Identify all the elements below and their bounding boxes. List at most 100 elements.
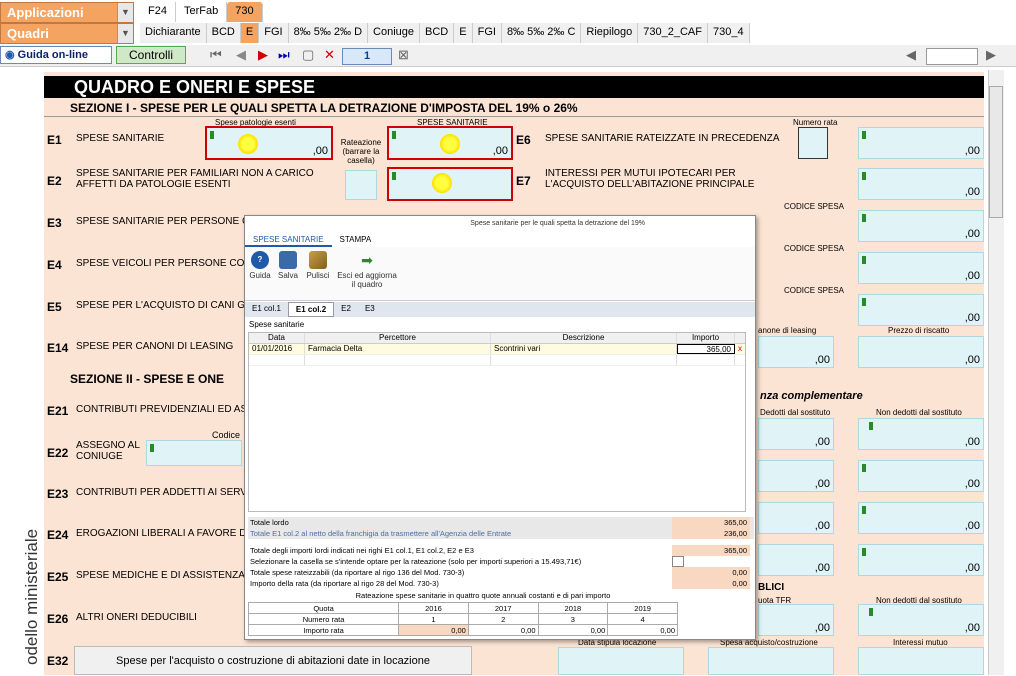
e7-field[interactable]: ,00	[858, 168, 984, 200]
rateazione-label: Rateazione (barrare la casella)	[340, 138, 382, 165]
imp-rata-value: 0,00	[672, 578, 750, 589]
tab-8x1000-d[interactable]: 8‰ 5‰ 2‰ D	[289, 23, 369, 43]
e28-dedotti-field[interactable]: ,00	[758, 460, 834, 492]
delete-row-icon[interactable]: x	[735, 344, 745, 354]
tot-importi-label: Totale degli importi lordi indicati nei …	[250, 546, 474, 555]
tab-730[interactable]: 730	[227, 2, 263, 22]
new-page-icon[interactable]: ▢	[302, 47, 314, 63]
next-page-icon[interactable]: ▶	[258, 47, 268, 63]
prev-section-icon[interactable]: ◀	[906, 47, 916, 63]
rateazione-table: Rateazione spese sanitarie in quattro qu…	[247, 591, 678, 636]
tab-f24[interactable]: F24	[140, 2, 176, 22]
tab-e2[interactable]: E2	[334, 302, 358, 317]
first-page-icon[interactable]: ⏮	[210, 47, 222, 63]
grid-header: Data Percettore Descrizione Importo	[249, 333, 745, 344]
cell-percettore[interactable]: Farmacia Delta	[305, 344, 491, 354]
e1-col2-field[interactable]: ,00	[387, 126, 513, 160]
chevron-down-icon[interactable]: ▼	[117, 24, 133, 43]
rateazione-checkbox[interactable]	[345, 170, 377, 200]
tab-8x1000-c[interactable]: 8‰ 5‰ 2‰ C	[502, 23, 582, 43]
next-section-icon[interactable]: ▶	[986, 47, 996, 63]
e29-non-dedotti-field[interactable]: ,00	[858, 502, 984, 534]
tab-dichiarante[interactable]: Dichiarante	[140, 23, 207, 43]
cell-descrizione[interactable]: Scontrini vari	[491, 344, 677, 354]
e32-spesa-field[interactable]	[708, 647, 834, 675]
guida-button[interactable]: ? Guida	[249, 251, 271, 280]
e32-data-field[interactable]	[558, 647, 684, 675]
e31-tfr-field[interactable]: ,00	[758, 604, 834, 636]
e9-field[interactable]: ,00	[858, 252, 984, 284]
non-dedotti-label: Non dedotti dal sostituto	[876, 408, 962, 417]
e14-canone-value: ,00	[814, 354, 830, 366]
e6-numero-rata-field[interactable]	[798, 127, 828, 159]
tab-e3[interactable]: E3	[358, 302, 382, 317]
tab-riepilogo[interactable]: Riepilogo	[581, 23, 639, 43]
tab-730-2-caf[interactable]: 730_2_CAF	[638, 23, 708, 43]
e6-importo-field[interactable]: ,00	[858, 127, 984, 159]
tab-coniuge[interactable]: Coniuge	[368, 23, 421, 43]
table-row[interactable]: 01/01/2016 Farmacia Delta Scontrini vari…	[249, 344, 745, 355]
prev-page-icon[interactable]: ◀	[236, 47, 246, 63]
tab-terfab[interactable]: TerFab	[176, 2, 228, 22]
scrollbar-thumb[interactable]	[989, 86, 1003, 218]
tab-e[interactable]: E	[240, 23, 260, 43]
esci-aggiorna-button[interactable]: ➡ Esci ed aggiorna il quadro	[337, 251, 397, 289]
cell-importo[interactable]: 365,00	[677, 344, 735, 354]
pulisci-button[interactable]: Pulisci	[305, 251, 331, 280]
e27-dedotti-field[interactable]: ,00	[758, 418, 834, 450]
canone-leasing-label: anone di leasing	[758, 326, 817, 335]
row-text-e5: SPESE PER L'ACQUISTO DI CANI GUI	[76, 300, 255, 311]
guida-online-button[interactable]: ◉ Guida on-line	[0, 46, 112, 64]
tab-bcd-coniuge[interactable]: BCD	[420, 23, 455, 43]
chevron-down-icon[interactable]: ▼	[117, 3, 133, 22]
tab-bcd[interactable]: BCD	[207, 23, 241, 43]
e30-dedotti-field[interactable]: ,00	[758, 544, 834, 576]
e2-field[interactable]	[387, 167, 513, 201]
e30-non-dedotti-field[interactable]: ,00	[858, 544, 984, 576]
totale-lordo-label: Totale lordo	[250, 518, 289, 527]
e32-button[interactable]: Spese per l'acquisto o costruzione di ab…	[74, 646, 472, 675]
e31-non-dedotti-field[interactable]: ,00	[858, 604, 984, 636]
rateazione-option-checkbox[interactable]	[672, 556, 684, 567]
last-page-icon[interactable]: ⏭	[278, 47, 290, 63]
delete-page-icon[interactable]: ✕	[324, 47, 335, 63]
controlli-button[interactable]: Controlli	[116, 46, 186, 64]
tot-rate-value: 0,00	[672, 567, 750, 578]
quadri-label: Quadri	[7, 26, 49, 41]
e28-non-dedotti-field[interactable]: ,00	[858, 460, 984, 492]
quadro-title: QUADRO E ONERI E SPESE	[44, 76, 984, 98]
tot-importi-row: Totale degli importi lordi indicati nei …	[248, 545, 754, 556]
e14-riscatto-field[interactable]: ,00	[858, 336, 984, 368]
rate-title: Rateazione spese sanitarie in quattro qu…	[355, 591, 611, 600]
salva-btn-label: Salva	[277, 271, 298, 280]
close-page-icon[interactable]: ⊠	[398, 47, 409, 63]
quadri-select[interactable]: Quadri ▼	[0, 23, 134, 44]
e1-col1-field[interactable]: ,00	[205, 126, 333, 160]
e10-field[interactable]: ,00	[858, 294, 984, 326]
tab-spese-sanitarie[interactable]: SPESE SANITARIE	[245, 233, 332, 247]
e27-non-dedotti-field[interactable]: ,00	[858, 418, 984, 450]
rata-number-cell: 2	[467, 613, 539, 625]
tab-e1-col2[interactable]: E1 col.2	[287, 302, 335, 317]
e14-canone-field[interactable]: ,00	[758, 336, 834, 368]
e22-codice-field[interactable]	[146, 440, 242, 466]
codice-label: Codice	[212, 430, 241, 440]
cell-data[interactable]: 01/01/2016	[249, 344, 305, 354]
tab-stampa[interactable]: STAMPA	[332, 233, 380, 247]
tab-e1-col1[interactable]: E1 col.1	[245, 302, 288, 317]
tab-fgi[interactable]: FGI	[259, 23, 289, 43]
salva-button[interactable]: Salva	[277, 251, 299, 280]
row-code-e1: E1	[47, 133, 62, 147]
spese-grid: Data Percettore Descrizione Importo 01/0…	[248, 332, 746, 512]
tab-e-coniuge[interactable]: E	[454, 23, 473, 43]
row-code-e23: E23	[47, 487, 69, 501]
e29-dedotti-field[interactable]: ,00	[758, 502, 834, 534]
tab-730-4[interactable]: 730_4	[708, 23, 750, 43]
page-number[interactable]: 1	[342, 48, 392, 65]
table-row-empty[interactable]	[249, 355, 745, 366]
e8-field[interactable]: ,00	[858, 210, 984, 242]
applicazioni-select[interactable]: Applicazioni ▼	[0, 2, 134, 23]
section-input[interactable]	[926, 48, 978, 65]
tab-fgi-coniuge[interactable]: FGI	[473, 23, 502, 43]
e32-interessi-field[interactable]	[858, 647, 984, 675]
